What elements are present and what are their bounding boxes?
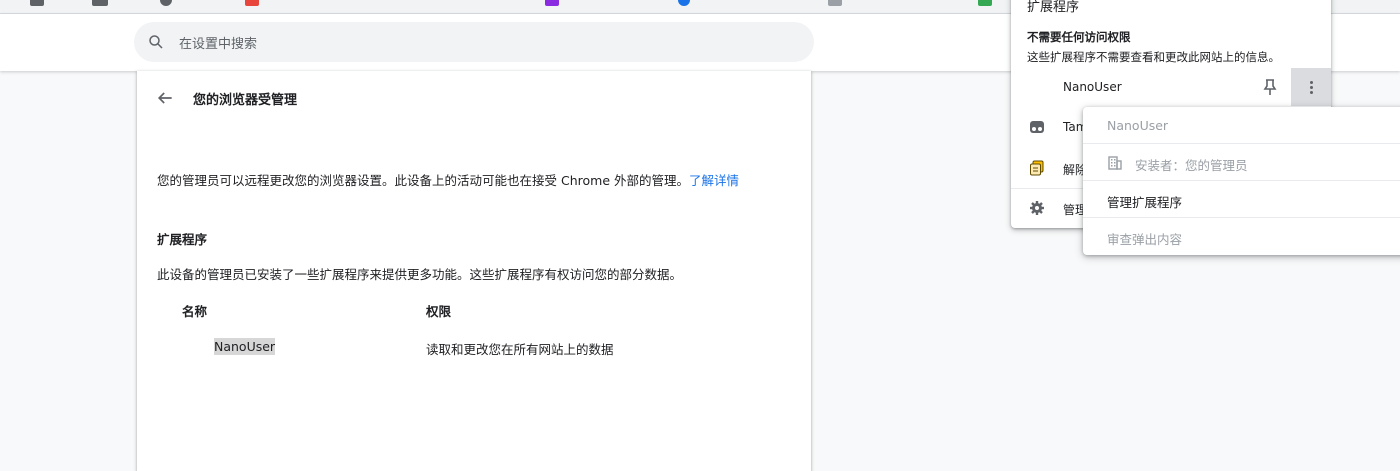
bookmark-icon[interactable] <box>978 0 992 6</box>
bookmark-icon[interactable] <box>828 0 842 6</box>
menu-item-inspect-popup: 审查弹出内容 <box>1083 218 1400 255</box>
management-description: 您的管理员可以远程更改您的浏览器设置。此设备上的活动可能也在接受 Chrome … <box>157 170 739 189</box>
search-icon <box>149 35 163 49</box>
no-access-heading: 不需要任何访问权限 <box>1027 30 1131 44</box>
menu-item-label: NanoUser <box>1107 118 1169 133</box>
bookmark-icon[interactable] <box>245 0 259 6</box>
no-access-description: 这些扩展程序不需要查看和更改此网站上的信息。 <box>1027 50 1280 64</box>
menu-item-manage-extensions[interactable]: 管理扩展程序 <box>1083 181 1400 218</box>
column-header-permission: 权限 <box>426 304 452 319</box>
menu-item-label: 审查弹出内容 <box>1107 232 1183 247</box>
extensions-section-title: 扩展程序 <box>157 232 208 247</box>
menu-item-label: 管理扩展程序 <box>1107 195 1183 210</box>
gear-icon <box>1030 201 1044 215</box>
tampermonkey-icon <box>1030 121 1044 133</box>
back-arrow-icon[interactable] <box>155 88 175 108</box>
extension-permission-cell: 读取和更改您在所有网站上的数据 <box>426 342 614 357</box>
page-title: 您的浏览器受管理 <box>193 93 298 108</box>
copy-icon <box>1030 160 1044 176</box>
bookmark-icon[interactable] <box>678 0 690 6</box>
dot <box>1310 81 1313 84</box>
popup-title: 扩展程序 <box>1027 0 1080 15</box>
search-placeholder: 在设置中搜索 <box>179 37 258 52</box>
extension-row-nanouser[interactable]: NanoUser <box>1011 68 1331 106</box>
extension-label: NanoUser <box>1063 80 1122 94</box>
column-header-name: 名称 <box>182 304 208 319</box>
learn-more-link[interactable]: 了解详情 <box>689 173 739 188</box>
menu-item-extension-name: NanoUser <box>1083 107 1400 144</box>
extension-context-menu: NanoUser 安装者：您的管理员 管理扩展程序 审查弹出内容 <box>1083 107 1400 255</box>
search-input[interactable]: 在设置中搜索 <box>134 22 814 62</box>
more-actions-button[interactable] <box>1291 68 1331 106</box>
menu-item-label: 安装者：您的管理员 <box>1135 158 1248 173</box>
menu-item-installed-by: 安装者：您的管理员 <box>1083 144 1400 181</box>
dot <box>1310 91 1313 94</box>
pin-icon[interactable] <box>1263 79 1277 95</box>
description-text: 您的管理员可以远程更改您的浏览器设置。此设备上的活动可能也在接受 Chrome … <box>157 173 689 188</box>
bookmark-icon[interactable] <box>545 0 559 6</box>
bookmark-icon[interactable] <box>92 0 108 6</box>
managed-browser-card: 您的浏览器受管理 您的管理员可以远程更改您的浏览器设置。此设备上的活动可能也在接… <box>137 71 811 471</box>
bookmark-icon[interactable] <box>160 0 172 6</box>
bookmark-icon[interactable] <box>30 0 44 6</box>
extensions-section-description: 此设备的管理员已安装了一些扩展程序来提供更多功能。这些扩展程序有权访问您的部分数… <box>157 267 683 282</box>
building-icon <box>1108 156 1122 170</box>
dot <box>1310 86 1313 89</box>
extension-name-cell: NanoUser <box>214 338 276 355</box>
